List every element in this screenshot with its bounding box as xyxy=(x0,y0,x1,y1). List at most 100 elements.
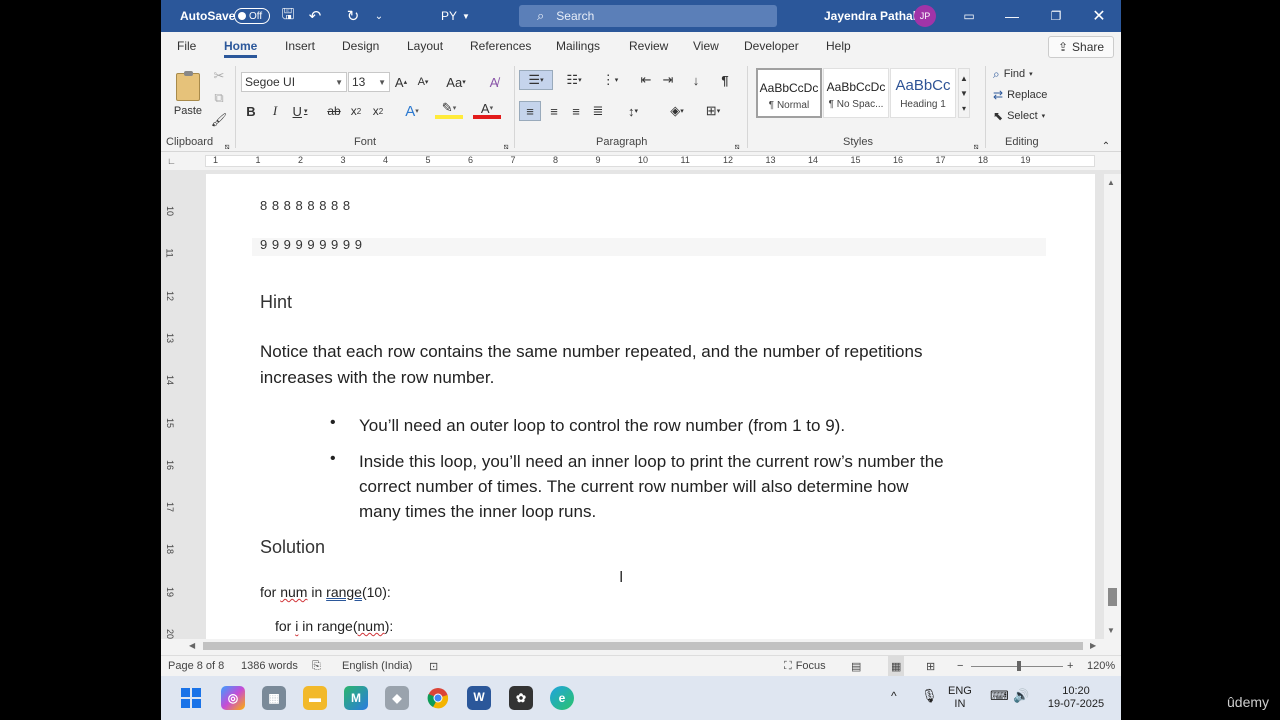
file-explorer-icon[interactable]: ▬ xyxy=(303,686,327,710)
subscript-icon[interactable]: x2 xyxy=(347,101,365,121)
zoom-in-icon[interactable]: + xyxy=(1067,656,1073,676)
multilevel-list-icon[interactable]: ⋮ ▾ xyxy=(595,70,625,90)
zoom-slider[interactable] xyxy=(971,656,1063,676)
horizontal-scrollbar[interactable]: ◀ ▶ xyxy=(185,639,1101,653)
bullets-icon[interactable]: ☰ ▾ xyxy=(519,70,553,90)
close-button[interactable]: ✕ xyxy=(1077,0,1121,32)
chevron-up-icon[interactable]: ▲ xyxy=(1107,178,1115,187)
zoom-out-icon[interactable]: − xyxy=(957,656,963,676)
focus-button[interactable]: ⛶ Focus xyxy=(784,656,826,676)
microsoft-365-icon[interactable]: M xyxy=(344,686,368,710)
copy-icon[interactable]: ⧉ xyxy=(211,88,227,108)
tab-view[interactable]: View xyxy=(693,32,719,60)
word-count[interactable]: 1386 words xyxy=(241,656,298,676)
shading-icon[interactable]: ◈ ▾ xyxy=(663,101,691,121)
line-spacing-icon[interactable]: ↕ ▾ xyxy=(619,101,647,121)
increase-indent-icon[interactable]: ⇥ xyxy=(659,70,677,90)
document-title[interactable]: PY ▼ xyxy=(441,0,470,32)
tab-home[interactable]: Home xyxy=(224,32,258,60)
text-effects-icon[interactable]: A ▾ xyxy=(399,101,425,121)
search-box[interactable]: ⌕ Search xyxy=(519,5,777,27)
superscript-icon[interactable]: x2 xyxy=(369,101,387,121)
format-painter-icon[interactable]: 🖌 xyxy=(211,110,228,130)
highlight-icon[interactable]: ✎ ▾ xyxy=(435,100,463,119)
numbering-icon[interactable]: ☷ ▾ xyxy=(559,70,589,90)
scroll-thumb[interactable] xyxy=(203,642,1083,650)
copilot-icon[interactable]: ◎ xyxy=(221,686,245,710)
restore-button[interactable]: ❐ xyxy=(1034,0,1078,32)
word-taskbar-icon[interactable]: W xyxy=(467,686,491,710)
save-icon[interactable]: 🖫 xyxy=(278,6,298,26)
font-size-select[interactable]: 13 ▼ xyxy=(348,72,390,92)
zoom-slider-thumb[interactable] xyxy=(1017,660,1021,671)
bold-icon[interactable]: B xyxy=(243,101,259,121)
align-right-icon[interactable]: ≡ xyxy=(567,101,585,121)
microphone-icon[interactable]: 🎙 xyxy=(921,689,938,702)
tab-mailings[interactable]: Mailings xyxy=(556,32,600,60)
language-indicator[interactable]: ENG IN xyxy=(948,685,972,711)
clear-formatting-icon[interactable]: A̸ xyxy=(485,72,503,92)
style-no-spacing[interactable]: AaBbCcDc ¶ No Spac... xyxy=(823,68,889,118)
document-page[interactable]: 8 8 8 8 8 8 8 8 9 9 9 9 9 9 9 9 9 Hint N… xyxy=(206,174,1095,639)
align-left-icon[interactable]: ≡ xyxy=(519,101,541,121)
zoom-level[interactable]: 120% xyxy=(1087,656,1115,676)
page-count[interactable]: Page 8 of 8 xyxy=(168,656,224,676)
align-center-icon[interactable]: ≡ xyxy=(545,101,563,121)
ribbon-display-icon[interactable]: ▭ xyxy=(947,0,991,32)
tab-references[interactable]: References xyxy=(470,32,531,60)
tab-review[interactable]: Review xyxy=(629,32,668,60)
volume-icon[interactable]: 🔊 xyxy=(1013,689,1029,702)
chevron-down-icon[interactable]: ▼ xyxy=(1107,626,1115,635)
replace-button[interactable]: ⇄ Replace xyxy=(993,85,1047,105)
chrome-icon[interactable] xyxy=(426,686,450,710)
font-color-icon[interactable]: A ▾ xyxy=(473,101,501,119)
chevron-up-icon[interactable]: ^ xyxy=(891,690,897,703)
language-status[interactable]: English (India) xyxy=(342,656,412,676)
app-icon[interactable]: ◆ xyxy=(385,686,409,710)
avatar[interactable]: JP xyxy=(914,5,936,27)
tab-design[interactable]: Design xyxy=(342,32,379,60)
decrease-indent-icon[interactable]: ⇤ xyxy=(637,70,655,90)
undo-icon[interactable]: ↶ xyxy=(305,6,325,26)
horizontal-ruler[interactable]: ∟ 1 1 2 3 4 5 6 7 8 9 10 11 12 13 14 15 16 17 18 19 xyxy=(161,152,1121,170)
show-formatting-icon[interactable]: ¶ xyxy=(717,70,733,90)
select-button[interactable]: ⬉ Select ▾ xyxy=(993,106,1045,126)
tab-help[interactable]: Help xyxy=(826,32,851,60)
document-area[interactable]: 10 11 12 13 14 15 16 17 18 19 20 8 8 8 8 8 8 8 8 9… xyxy=(161,170,1121,639)
windows-start-icon[interactable] xyxy=(179,686,203,710)
accessibility-icon[interactable]: ⊡ xyxy=(429,656,438,676)
find-button[interactable]: ⌕ Find ▾ xyxy=(993,64,1033,84)
cut-icon[interactable]: ✂ xyxy=(211,66,227,86)
customize-qat-icon[interactable]: ⌄ xyxy=(369,6,389,26)
web-layout-icon[interactable]: ⊞ xyxy=(926,656,935,676)
chevron-left-icon[interactable]: ◀ xyxy=(189,641,195,650)
user-name[interactable]: Jayendra Pathak xyxy=(824,0,919,32)
chevron-right-icon[interactable]: ▶ xyxy=(1090,641,1096,650)
clock[interactable]: 10:20 19-07-2025 xyxy=(1041,685,1111,711)
italic-icon[interactable]: I xyxy=(267,101,283,121)
redo-icon[interactable]: ↻ xyxy=(343,6,363,26)
tab-file[interactable]: File xyxy=(177,32,196,60)
minimize-button[interactable]: — xyxy=(990,0,1034,32)
scroll-thumb[interactable] xyxy=(1108,588,1117,606)
vertical-scrollbar[interactable]: ▲ ▼ xyxy=(1104,174,1121,639)
read-mode-icon[interactable]: ▤ xyxy=(851,656,861,676)
styles-scroll[interactable]: ▲ ▼ ▾ xyxy=(958,68,970,118)
underline-icon[interactable]: U ▾ xyxy=(289,101,311,121)
font-family-select[interactable]: Segoe UI ▼ xyxy=(241,72,347,92)
autosave-toggle[interactable]: Off xyxy=(234,8,270,24)
edge-icon[interactable]: e xyxy=(550,686,574,710)
tab-insert[interactable]: Insert xyxy=(285,32,315,60)
network-icon[interactable]: ⌨ xyxy=(990,689,1009,702)
paste-button[interactable]: Paste xyxy=(167,66,209,124)
strikethrough-icon[interactable]: ab xyxy=(325,101,343,121)
print-layout-icon[interactable]: ▦ xyxy=(888,656,905,676)
borders-icon[interactable]: ⊞ ▾ xyxy=(699,101,727,121)
justify-icon[interactable]: ≣ xyxy=(589,101,607,121)
change-case-icon[interactable]: Aa ▾ xyxy=(443,72,469,92)
sort-icon[interactable]: ↓ xyxy=(687,70,705,90)
tab-layout[interactable]: Layout xyxy=(407,32,443,60)
proofing-icon[interactable]: ⎘ xyxy=(312,656,321,676)
style-normal[interactable]: AaBbCcDc ¶ Normal xyxy=(756,68,822,118)
shrink-font-icon[interactable]: A ▾ xyxy=(415,72,431,92)
